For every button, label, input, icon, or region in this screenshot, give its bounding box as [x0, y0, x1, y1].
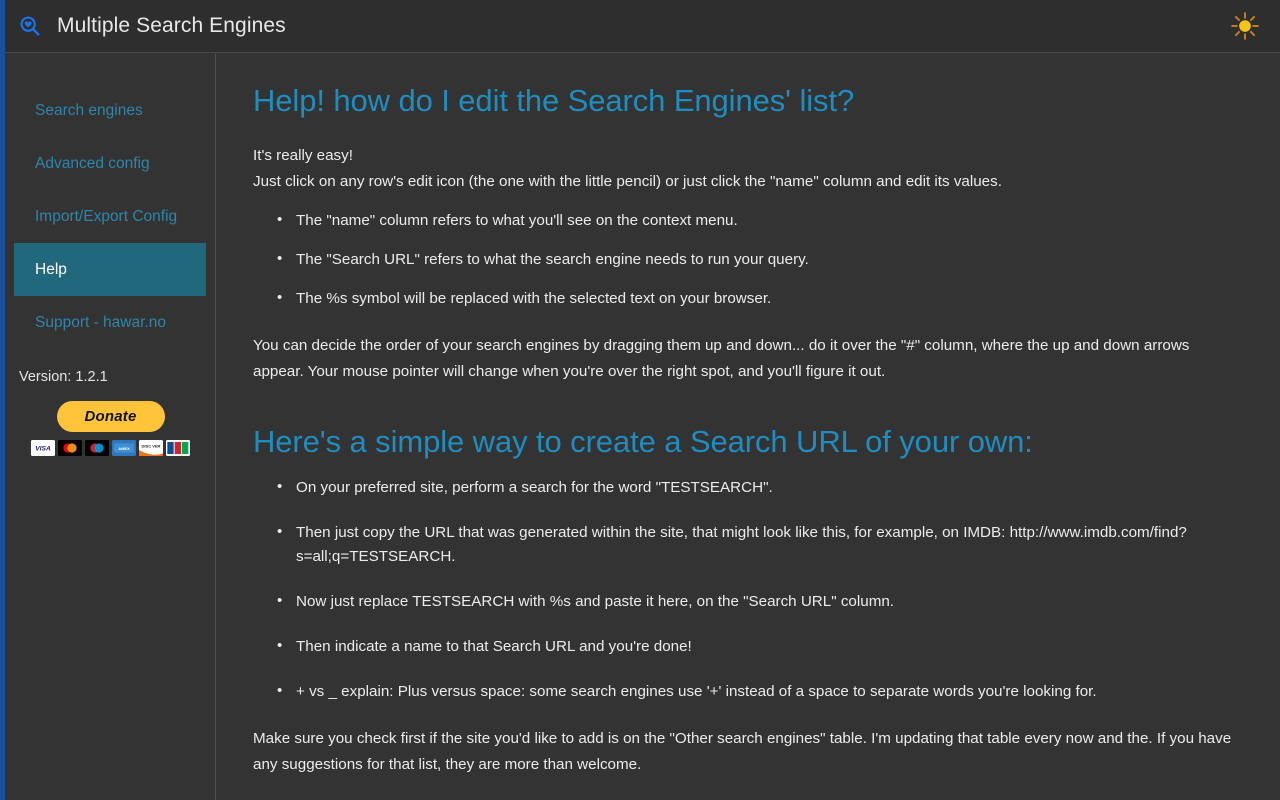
svg-text:DISC VER: DISC VER: [142, 443, 161, 448]
intro-paragraph: It's really easy! Just click on any row'…: [253, 143, 1236, 195]
app-window: Multiple Search Engines Search engines A…: [0, 0, 1280, 800]
sidebar-item-search-engines[interactable]: Search engines: [14, 84, 206, 137]
ordering-paragraph: You can decide the order of your search …: [253, 333, 1236, 385]
donate-section: Donate VISA: [5, 401, 202, 456]
accepted-cards: VISA AMEX: [31, 440, 190, 456]
donate-button[interactable]: Donate: [57, 401, 165, 432]
list-item: The %s symbol will be replaced with the …: [296, 287, 1236, 311]
mastercard-card-icon: [58, 440, 82, 456]
list-item: Then just copy the URL that was generate…: [296, 521, 1236, 569]
version-label: Version: 1.2.1: [5, 369, 215, 385]
page-title-help: Help! how do I edit the Search Engines' …: [253, 82, 1236, 121]
intro-line-1: It's really easy!: [253, 147, 353, 164]
discover-card-icon: DISC VER: [139, 440, 163, 456]
list-item: The "Search URL" refers to what the sear…: [296, 248, 1236, 272]
edit-tips-list: The "name" column refers to what you'll …: [253, 209, 1236, 311]
maestro-card-icon: [85, 440, 109, 456]
main-content: Help! how do I edit the Search Engines' …: [217, 54, 1280, 800]
other-engines-paragraph: Make sure you check first if the site yo…: [253, 726, 1236, 778]
sidebar-item-advanced-config[interactable]: Advanced config: [14, 137, 206, 190]
american-express-card-icon: AMEX: [112, 440, 136, 456]
sidebar-item-help[interactable]: Help: [14, 243, 206, 296]
list-item: On your preferred site, perform a search…: [296, 476, 1236, 500]
create-url-steps-list: On your preferred site, perform a search…: [253, 476, 1236, 704]
svg-text:VISA: VISA: [35, 446, 51, 453]
left-accent-stripe: [0, 0, 5, 800]
svg-text:AMEX: AMEX: [118, 446, 130, 451]
list-item: + vs _ explain: Plus versus space: some …: [296, 680, 1236, 704]
list-item: The "name" column refers to what you'll …: [296, 209, 1236, 233]
page-title-create-url: Here's a simple way to create a Search U…: [253, 423, 1236, 462]
visa-card-icon: VISA: [31, 440, 55, 456]
list-item: Now just replace TESTSEARCH with %s and …: [296, 590, 1236, 614]
sidebar-item-support[interactable]: Support - hawar.no: [14, 296, 206, 349]
intro-line-2: Just click on any row's edit icon (the o…: [253, 173, 1002, 190]
sidebar: Search engines Advanced config Import/Ex…: [5, 54, 216, 800]
sidebar-item-import-export-config[interactable]: Import/Export Config: [14, 190, 206, 243]
list-item: Then indicate a name to that Search URL …: [296, 635, 1236, 659]
app-title: Multiple Search Engines: [57, 14, 286, 38]
search-heart-icon: [19, 15, 41, 37]
jcb-card-icon: [166, 440, 190, 456]
app-header: Multiple Search Engines: [5, 0, 1280, 53]
sun-icon[interactable]: [1230, 11, 1260, 41]
